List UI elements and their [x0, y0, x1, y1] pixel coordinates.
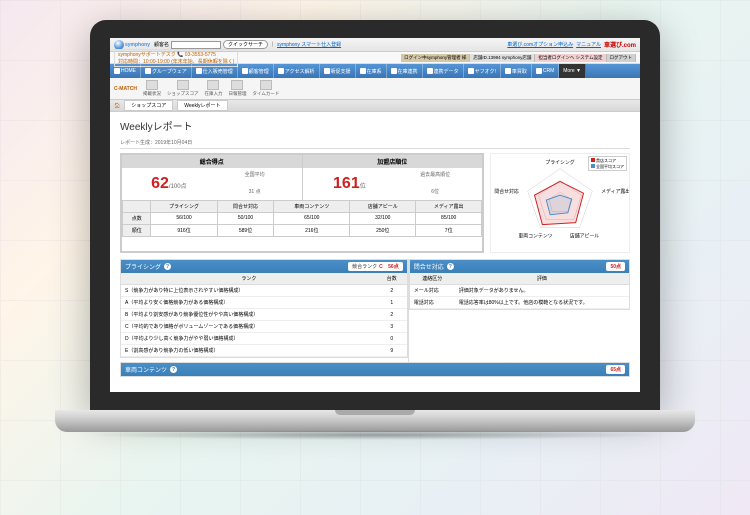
nav-inventory[interactable]: 在庫系	[356, 64, 387, 78]
pricing-section: プライシング? 競合ランク C 56点 ランク台数 S（競争力があり特に上位表示…	[120, 259, 408, 358]
brand-right: 車選び.com	[604, 40, 636, 49]
table-row: E（割高感があり競争力の低い価格構成）9	[121, 345, 407, 357]
table-row: 電話対応電話応答率は80%以上です。他店の模範となる状況です。	[410, 297, 629, 309]
nav-data[interactable]: 連携データ	[423, 64, 464, 78]
rank-value: 161	[333, 175, 360, 192]
access-icon	[278, 68, 284, 74]
option-link[interactable]: 車選び.comオプション申込み	[507, 41, 573, 48]
inquiry-section: 問合せ対応? 50点 連絡区分評価 メール対応評価対象データがありません。 電話…	[409, 259, 630, 310]
app-screen: symphony 顧客名 クイックサーチ ｜ symphony スマート仕入登録…	[110, 38, 640, 392]
page-title: Weeklyレポート	[120, 118, 630, 133]
total-score-value: 62	[151, 175, 169, 192]
nav-home[interactable]: HOME	[110, 64, 141, 78]
score-summary: 総合得点 62/100点 全国平均31 点 加盟店順位 161位 過去最高順位6…	[120, 153, 484, 253]
pricing-table: ランク台数 S（競争力があり特に上位表示されやすい価格構成）2 A（平均より安く…	[121, 273, 407, 357]
login-user: ログイン中symphony管理者 様	[401, 54, 470, 62]
tool-stock[interactable]: 在庫入力	[204, 80, 222, 97]
search-input[interactable]	[171, 41, 221, 49]
svg-text:メディア露出: メディア露出	[601, 188, 629, 195]
score-breakdown-table: プライシング問合せ対応車両コンテンツ店舗アピールメディア露出 点数56/1005…	[122, 200, 482, 237]
table-row: メール対応評価対象データがありません。	[410, 285, 629, 297]
smart-purchase-link[interactable]: symphony スマート仕入登録	[277, 41, 341, 48]
tool-cmatch[interactable]: C-MATCH	[114, 86, 137, 92]
radar-legend: 貴店スコア 全国平均スコア	[588, 156, 627, 171]
info-icon[interactable]: ?	[170, 366, 177, 373]
report-icon	[231, 80, 243, 90]
svg-text:車両コンテンツ: 車両コンテンツ	[518, 232, 552, 239]
pricing-title: プライシング	[125, 262, 161, 271]
tool-status[interactable]: 掲載状況	[143, 80, 161, 97]
inquiry-table: 連絡区分評価 メール対応評価対象データがありません。 電話対応電話応答率は80%…	[410, 273, 629, 309]
inventory-icon	[360, 68, 366, 74]
home-icon	[114, 68, 120, 74]
breadcrumb: 🏠 ショップスコア Weeklyレポート	[110, 100, 640, 112]
nav-yahoo[interactable]: ヤフオク!	[464, 64, 501, 78]
main-content: Weeklyレポート レポート生成：2019年10月04日 総合得点 62/10…	[110, 112, 640, 387]
table-row: C（平均的であり価格がボリュームゾーンである価格構成）3	[121, 321, 407, 333]
vcontent-title: 車両コンテンツ	[125, 365, 167, 374]
svg-text:店舗アピール: 店舗アピール	[570, 232, 599, 239]
nav-groupware[interactable]: グループウェア	[141, 64, 192, 78]
nav-customer[interactable]: 顧客管理	[238, 64, 274, 78]
svg-text:問合せ対応: 問合せ対応	[494, 188, 519, 195]
total-score-header: 総合得点	[122, 155, 302, 168]
search-label: 顧客名	[154, 41, 169, 48]
shopscore-icon	[177, 80, 189, 90]
stock-icon	[207, 80, 219, 90]
nav-crm[interactable]: CRM	[532, 64, 559, 78]
nav-promo[interactable]: 販促支援	[320, 64, 356, 78]
info-icon[interactable]: ?	[447, 263, 454, 270]
main-nav: HOME グループウェア 仕入販売管理 顧客管理 アクセス解析 販促支援 在庫系…	[110, 64, 640, 78]
bc-home-icon[interactable]: 🏠	[114, 103, 120, 109]
radar-chart: 貴店スコア 全国平均スコア プライシング メディア露出 店舗アピール 車両コンテ…	[490, 153, 630, 253]
nav-buy[interactable]: 車買取	[501, 64, 532, 78]
yahoo-icon	[468, 68, 474, 74]
table-row: B（平均より割安感があり競争優位性がやや高い価格構成）2	[121, 309, 407, 321]
shop-id: 店舗ID.13984 symphony店舗	[470, 54, 535, 62]
laptop-base	[55, 410, 695, 432]
promo-icon	[324, 68, 330, 74]
tool-timecard[interactable]: タイムカード	[252, 80, 279, 97]
nav-more[interactable]: More ▼	[559, 64, 586, 78]
rank-header: 加盟店順位	[303, 155, 483, 168]
buy-icon	[505, 68, 511, 74]
nav-link[interactable]: 在庫連携	[387, 64, 423, 78]
sales-icon	[196, 68, 202, 74]
nav-sales[interactable]: 仕入販売管理	[192, 64, 238, 78]
tool-shopscore[interactable]: ショップスコア	[167, 80, 199, 97]
link-icon	[391, 68, 397, 74]
logout-button[interactable]: ログアウト	[607, 54, 637, 62]
table-row: D（平均より少し高く競争力がやや弱い価格構成）0	[121, 333, 407, 345]
table-row: A（平均より安く価格競争力がある価格構成）1	[121, 297, 407, 309]
info-bar: symphonyサポートデスク 📞 03-3553-5775対応時間：10:00…	[110, 52, 640, 64]
info-icon[interactable]: ?	[164, 263, 171, 270]
bc-shopscore[interactable]: ショップスコア	[124, 100, 173, 111]
status-icon	[146, 80, 158, 90]
nav-access[interactable]: アクセス解析	[274, 64, 320, 78]
inquiry-title: 問合せ対応	[414, 262, 444, 271]
svg-text:プライシング: プライシング	[545, 159, 574, 166]
timecard-icon	[260, 80, 272, 90]
crm-icon	[536, 68, 542, 74]
table-row: S（競争力があり特に上位表示されやすい価格構成）2	[121, 285, 407, 297]
manual-link[interactable]: マニュアル	[576, 41, 601, 48]
user-bar: ログイン中symphony管理者 様 店舗ID.13984 symphony店舗…	[401, 54, 636, 62]
generation-date: レポート生成：2019年10月04日	[120, 137, 630, 149]
tool-report[interactable]: 日報管理	[228, 80, 246, 97]
groupware-icon	[145, 68, 151, 74]
customer-icon	[242, 68, 248, 74]
admin-link[interactable]: 担当者ログインへ システム設定	[535, 54, 606, 62]
bc-weekly[interactable]: Weeklyレポート	[177, 100, 227, 111]
data-icon	[427, 68, 433, 74]
toolbar: C-MATCH 掲載状況 ショップスコア 在庫入力 日報管理 タイムカード	[110, 78, 640, 100]
vehicle-content-section: 車両コンテンツ? 65点	[120, 362, 630, 377]
laptop-mockup: symphony 顧客名 クイックサーチ ｜ symphony スマート仕入登録…	[90, 20, 660, 480]
